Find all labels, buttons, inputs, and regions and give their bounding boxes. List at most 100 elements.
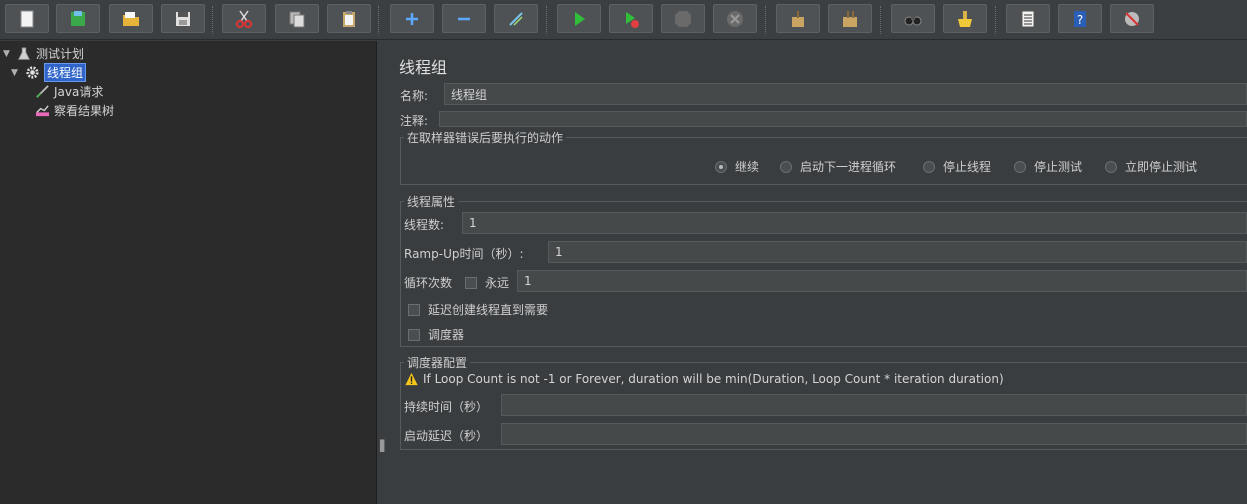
checkbox-label: 永远 (485, 276, 510, 290)
duration-label: 持续时间（秒） (404, 400, 489, 414)
radio-dot (1105, 160, 1117, 173)
toggle-button[interactable] (494, 4, 538, 33)
start-no-timers-icon (626, 11, 639, 28)
save-icon (176, 11, 190, 26)
start-no-pause-button[interactable] (609, 4, 653, 33)
scheduler-checkbox[interactable]: 调度器 (408, 326, 464, 343)
num-threads-field[interactable]: 1 (462, 212, 1247, 234)
remote-icon (1125, 11, 1139, 26)
open-folder-icon (123, 11, 139, 26)
cut-button[interactable] (222, 4, 266, 33)
panel-splitter[interactable] (377, 41, 386, 504)
shutdown-button[interactable] (713, 4, 757, 33)
function-helper-button[interactable] (1006, 4, 1050, 33)
results-tree-icon (33, 102, 51, 120)
tree-item-java-request[interactable]: Java请求 (33, 82, 103, 101)
loop-count-label: 循环次数 (404, 276, 453, 290)
checkbox-box (465, 276, 477, 289)
tree-item-thread-group[interactable]: ▼ 线程组 (11, 63, 87, 82)
minus-icon (458, 17, 470, 20)
rampup-field[interactable]: 1 (548, 241, 1247, 263)
test-plan-icon (15, 45, 33, 63)
radio-stop-test[interactable]: 停止测试 (1014, 158, 1082, 175)
radio-stop-thread[interactable]: 停止线程 (923, 158, 991, 175)
start-icon (575, 11, 585, 26)
tree-item-label: 察看结果树 (54, 104, 115, 118)
comment-field[interactable] (439, 111, 1247, 127)
open-button[interactable] (109, 4, 153, 33)
radio-label: 立即停止测试 (1125, 160, 1198, 174)
startup-delay-field[interactable] (501, 423, 1247, 445)
toolbar-separator (212, 6, 213, 34)
scheduler-config-title: 调度器配置 (404, 354, 471, 371)
toolbar-separator (880, 6, 881, 34)
radio-start-next-loop[interactable]: 启动下一进程循环 (780, 158, 896, 175)
warning-icon (405, 372, 418, 386)
radio-dot (1014, 160, 1026, 173)
copy-icon (289, 11, 305, 27)
expand-arrow-icon[interactable]: ▼ (3, 49, 15, 59)
toggle-icon (509, 11, 523, 26)
help-icon: ? (1074, 10, 1086, 27)
start-button[interactable] (557, 4, 601, 33)
delay-thread-creation-checkbox[interactable]: 延迟创建线程直到需要 (408, 301, 548, 318)
radio-dot (923, 160, 935, 173)
radio-label: 停止测试 (1034, 160, 1083, 174)
shutdown-icon (727, 10, 743, 27)
paste-button[interactable] (327, 4, 371, 33)
checkbox-box (408, 303, 420, 316)
broom-clear-icon (792, 10, 804, 27)
tree-item-label: 线程组 (44, 63, 87, 82)
plus-icon (406, 12, 418, 25)
tree-item-label: 测试计划 (36, 47, 85, 61)
new-button[interactable] (5, 4, 49, 33)
gear-icon (23, 64, 41, 82)
cut-icon (236, 10, 252, 28)
scheduler-warning: If Loop Count is not -1 or Forever, dura… (404, 372, 1004, 386)
search-button[interactable] (891, 4, 935, 33)
reset-search-button[interactable] (943, 4, 987, 33)
save-button[interactable] (161, 4, 205, 33)
tree-item-test-plan[interactable]: ▼ 测试计划 (3, 44, 84, 63)
templates-icon (71, 10, 85, 26)
startup-delay-label: 启动延迟（秒） (404, 429, 489, 443)
binoculars-icon (904, 16, 922, 25)
forever-checkbox[interactable]: 永远 (465, 274, 509, 291)
thread-group-editor: 线程组 名称: 线程组 注释: 在取样器错误后要执行的动作 继续 启动下一进程循… (387, 41, 1247, 504)
radio-label: 继续 (735, 160, 760, 174)
toolbar-separator (765, 6, 766, 34)
copy-button[interactable] (275, 4, 319, 33)
radio-continue[interactable]: 继续 (715, 158, 759, 175)
num-threads-label: 线程数: (404, 218, 445, 232)
loop-count-field[interactable]: 1 (517, 270, 1247, 292)
name-field[interactable]: 线程组 (444, 83, 1247, 105)
templates-button[interactable] (56, 4, 100, 33)
expand-arrow-icon[interactable]: ▼ (11, 68, 23, 78)
clear-all-button[interactable] (828, 4, 872, 33)
toolbar-separator (378, 6, 379, 34)
collapse-button[interactable] (442, 4, 486, 33)
new-file-icon (20, 10, 34, 27)
warning-text: If Loop Count is not -1 or Forever, dura… (423, 372, 1004, 386)
list-icon (1021, 10, 1035, 27)
toolbar: ? (0, 0, 1247, 40)
stop-button[interactable] (661, 4, 705, 33)
checkbox-label: 延迟创建线程直到需要 (428, 303, 549, 317)
duration-field[interactable] (501, 394, 1247, 416)
remote-button[interactable] (1110, 4, 1154, 33)
splitter-grip-icon[interactable]: ▪ ▪ ▪ (379, 438, 385, 455)
expand-button[interactable] (390, 4, 434, 33)
stop-icon (675, 10, 691, 27)
toolbar-separator (546, 6, 547, 34)
tree-item-results-tree[interactable]: 察看结果树 (33, 101, 114, 120)
radio-label: 停止线程 (943, 160, 992, 174)
radio-label: 启动下一进程循环 (800, 160, 897, 174)
clear-button[interactable] (776, 4, 820, 33)
broom-clear-all-icon (843, 10, 857, 27)
test-plan-tree: ▼ 测试计划 ▼ 线程组 Java请求 察看结果树 (0, 41, 377, 504)
rampup-label: Ramp-Up时间（秒）: (404, 247, 524, 261)
paste-icon (343, 10, 355, 27)
help-button[interactable]: ? (1058, 4, 1102, 33)
radio-stop-test-now[interactable]: 立即停止测试 (1105, 158, 1197, 175)
reset-search-icon (958, 10, 972, 27)
